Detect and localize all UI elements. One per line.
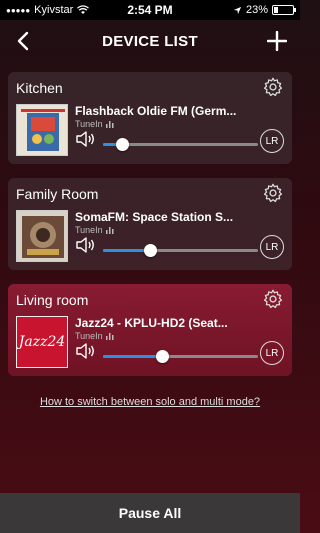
add-device-button[interactable] [264, 28, 290, 54]
channel-mode-button[interactable]: LR [260, 235, 284, 259]
device-card-family-room[interactable]: Family Room SomaFM: Space Station S... T… [8, 178, 292, 270]
artwork-logo-text: Jazz24 [18, 334, 66, 350]
source-label: TuneIn [75, 119, 114, 129]
station-name: Flashback Oldie FM (Germ... [75, 104, 237, 118]
settings-button[interactable] [262, 182, 284, 204]
source-label: TuneIn [75, 225, 114, 235]
settings-button[interactable] [262, 76, 284, 98]
settings-button[interactable] [262, 288, 284, 310]
battery-percent: 23% [245, 4, 268, 16]
station-name: SomaFM: Space Station S... [75, 210, 234, 224]
equalizer-icon [105, 120, 114, 128]
station-artwork [16, 210, 68, 262]
volume-thumb[interactable] [155, 350, 169, 363]
pause-all-button[interactable]: Pause All [0, 493, 300, 533]
carrier-label: Kyivstar [34, 4, 74, 16]
station-name: Jazz24 - KPLU-HD2 (Seat... [75, 316, 228, 330]
gear-icon [263, 289, 283, 309]
device-card-kitchen[interactable]: Kitchen Flashback Oldie FM (Germ... Tune… [8, 72, 292, 164]
station-artwork [16, 104, 68, 156]
wifi-icon [77, 5, 90, 14]
volume-thumb[interactable] [115, 138, 129, 151]
channel-mode-button[interactable]: LR [260, 129, 284, 153]
nav-bar: DEVICE LIST [0, 20, 300, 62]
source-label: TuneIn [75, 331, 114, 341]
speaker-icon [76, 237, 94, 253]
mute-button[interactable] [75, 130, 97, 148]
station-artwork: Jazz24 [16, 316, 68, 368]
device-card-living-room[interactable]: Living room Jazz24 Jazz24 - KPLU-HD2 (Se… [8, 284, 292, 376]
volume-slider[interactable] [103, 242, 258, 260]
room-name: Kitchen [16, 80, 63, 96]
equalizer-icon [105, 226, 114, 234]
chevron-left-icon [17, 31, 29, 51]
volume-slider[interactable] [103, 136, 258, 154]
equalizer-icon [105, 332, 114, 340]
room-name: Family Room [16, 186, 99, 202]
mute-button[interactable] [75, 342, 97, 360]
status-bar: ●●●●● Kyivstar 2:54 PM 23% [0, 0, 300, 20]
mute-button[interactable] [75, 236, 97, 254]
back-button[interactable] [10, 28, 36, 54]
volume-slider[interactable] [103, 348, 258, 366]
volume-thumb[interactable] [143, 244, 157, 257]
speaker-icon [76, 343, 94, 359]
location-icon [233, 6, 242, 14]
page-title: DEVICE LIST [102, 32, 198, 50]
channel-mode-button[interactable]: LR [260, 341, 284, 365]
help-link[interactable]: How to switch between solo and multi mod… [0, 396, 300, 408]
gear-icon [263, 77, 283, 97]
signal-icon: ●●●●● [6, 5, 31, 15]
speaker-icon [76, 131, 94, 147]
gear-icon [263, 183, 283, 203]
room-name: Living room [16, 292, 89, 308]
plus-icon [267, 31, 287, 51]
battery-icon [272, 5, 296, 15]
